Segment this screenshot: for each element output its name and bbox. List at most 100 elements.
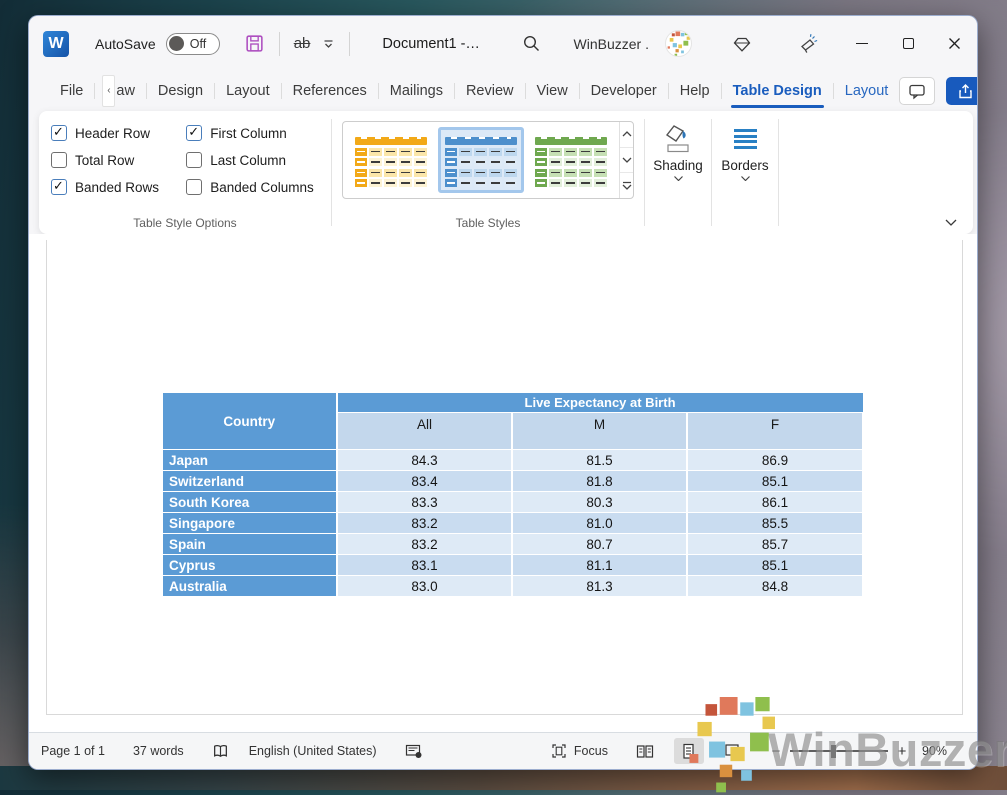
tab-design[interactable]: Design [147,74,214,108]
table-style-thumbnail-blue[interactable] [438,127,524,193]
autosave-toggle[interactable]: Off [166,33,220,55]
country-cell: Cyprus [162,555,337,576]
checkbox-first-column[interactable]: First Column [186,125,319,141]
read-mode-button[interactable] [630,738,660,764]
strikethrough-qat-button[interactable]: ab [288,28,317,60]
avatar[interactable] [665,30,692,57]
shading-button[interactable]: Shading [645,111,711,234]
minimize-button[interactable] [839,24,885,64]
focus-label: Focus [574,744,608,758]
value-cell: 85.1 [687,555,863,576]
value-cell: 83.2 [337,513,512,534]
megaphone-icon [798,33,819,54]
value-cell: 83.2 [337,534,512,555]
group-label: Table Style Options [39,216,331,230]
table-styles-gallery [342,121,634,199]
checkbox-total-row[interactable]: Total Row [51,152,164,168]
close-button[interactable] [931,24,977,64]
value-cell: 80.3 [512,492,687,513]
gallery-down-button[interactable] [620,148,633,174]
designer-button[interactable] [726,28,758,60]
autosave-state: Off [190,37,206,51]
search-button[interactable] [516,28,547,60]
value-cell: 85.5 [687,513,863,534]
tab-references[interactable]: References [282,74,378,108]
feedback-button[interactable] [792,28,825,60]
borders-button[interactable]: Borders [712,111,778,234]
value-cell: 86.9 [687,450,863,471]
gallery-up-button[interactable] [620,122,633,148]
value-cell: 85.1 [687,471,863,492]
toggle-knob [169,36,184,51]
checkbox-label: Header Row [75,126,150,141]
tab-aw[interactable]: ‹aw [95,74,146,108]
proofing-button[interactable] [212,743,229,759]
winbuzzer-watermark: WinBuzzer [768,722,1007,777]
checkbox-banded-rows[interactable]: Banded Rows [51,179,164,195]
table-row: Spain83.280.785.7 [162,534,863,555]
tab-mailings[interactable]: Mailings [379,74,454,108]
table-row: Singapore83.281.085.5 [162,513,863,534]
share-button[interactable] [946,77,978,105]
gallery-more-button[interactable] [620,173,633,198]
word-count[interactable]: 37 words [133,744,184,758]
save-button[interactable] [238,28,271,60]
tab-layout[interactable]: Layout [215,74,281,108]
proofing-book-icon [212,743,229,759]
comments-button[interactable] [899,77,935,105]
focus-mode-button[interactable]: Focus [550,743,608,759]
value-cell: 81.8 [512,471,687,492]
checkbox-label: Banded Rows [75,180,159,195]
strikethrough-icon: ab [294,35,311,52]
style-options-grid: Header Row Total Row Banded Rows First C… [51,125,319,195]
word-app-icon[interactable]: W [43,31,69,57]
maximize-icon [903,38,914,49]
qat-more-button[interactable] [316,28,341,60]
titlebar-separator [279,32,280,56]
chevron-down-icon [945,219,957,226]
maximize-button[interactable] [885,24,931,64]
borders-label: Borders [721,158,768,173]
tab-file[interactable]: File [49,74,94,108]
document-area[interactable]: Country Live Expectancy at Birth All M F… [29,234,977,732]
table-row: Japan84.381.586.9 [162,450,863,471]
save-icon [244,33,265,54]
word-window: W AutoSave Off ab Document1 - [28,15,978,770]
life-expectancy-table[interactable]: Country Live Expectancy at Birth All M F… [161,392,864,597]
value-cell: 83.1 [337,555,512,576]
table-style-thumbnail-orange[interactable] [348,127,434,193]
page-right-edge [962,240,963,714]
collapse-ribbon-button[interactable] [945,219,957,226]
checkbox-banded-columns[interactable]: Banded Columns [186,179,319,195]
close-icon [948,37,961,50]
minimize-icon [856,43,868,45]
macro-recording-button[interactable] [405,743,423,759]
titlebar-right: WinBuzzer . [574,24,977,64]
checkbox-box [51,179,67,195]
gallery-thumbs [343,122,619,198]
checkbox-last-column[interactable]: Last Column [186,152,319,168]
checkbox-header-row[interactable]: Header Row [51,125,164,141]
tab-table-design[interactable]: Table Design [722,74,833,108]
page-indicator[interactable]: Page 1 of 1 [41,744,105,758]
tab-layout[interactable]: Layout [834,74,900,108]
country-cell: Spain [162,534,337,555]
page-bottom-edge [46,714,963,715]
value-cell: 83.3 [337,492,512,513]
tab-view[interactable]: View [526,74,579,108]
winbuzzer-logo [688,697,780,795]
page-left-edge [46,240,47,714]
table-corner-header: Country [162,393,337,450]
table-row: South Korea83.380.386.1 [162,492,863,513]
table-subheader: All [337,413,512,450]
tab-review[interactable]: Review [455,74,525,108]
group-label: Table Styles [332,216,644,230]
account-name[interactable]: WinBuzzer . [574,36,649,52]
checkbox-label: Total Row [75,153,134,168]
language-indicator[interactable]: English (United States) [249,744,377,758]
value-cell: 84.3 [337,450,512,471]
table-style-thumbnail-green[interactable] [528,127,614,193]
tab-help[interactable]: Help [669,74,721,108]
document-title[interactable]: Document1 -… [382,36,480,52]
tab-developer[interactable]: Developer [580,74,668,108]
